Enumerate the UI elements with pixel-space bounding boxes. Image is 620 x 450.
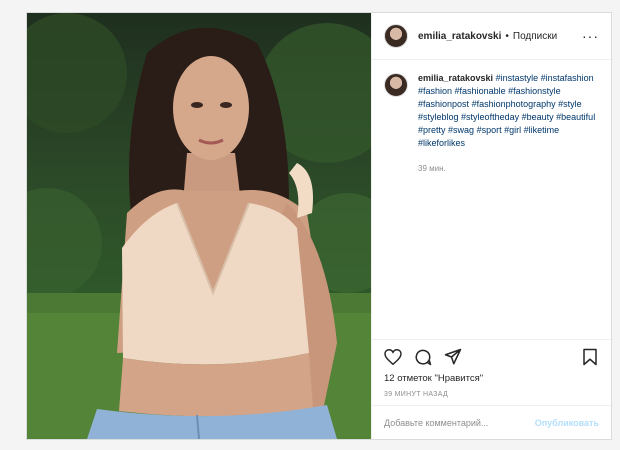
- post-header: emilia_ratakovski • Подписки ···: [372, 13, 611, 60]
- caption-username[interactable]: emilia_ratakovski: [418, 73, 493, 83]
- photo-illustration: [27, 13, 371, 439]
- hashtag-link[interactable]: #girl: [504, 125, 521, 135]
- caption-block: emilia_ratakovski #instastyle #instafash…: [372, 60, 611, 339]
- hashtag-link[interactable]: #style: [558, 99, 582, 109]
- hashtag-link[interactable]: #likeforlikes: [418, 138, 465, 148]
- posted-time: 39 МИНУТ НАЗАД: [384, 391, 449, 398]
- action-bar: [372, 339, 611, 373]
- hashtag-link[interactable]: #beauty: [522, 112, 554, 122]
- following-button[interactable]: Подписки: [513, 31, 557, 42]
- hashtag-link[interactable]: #fashionpost: [418, 99, 469, 109]
- caption-time[interactable]: 39 мин.: [418, 162, 598, 175]
- comment-input[interactable]: Добавьте комментарий...: [384, 418, 535, 428]
- hashtag-link[interactable]: #fashionstyle: [508, 86, 561, 96]
- heart-icon[interactable]: [382, 346, 404, 368]
- hashtag-link[interactable]: #fashion: [418, 86, 452, 96]
- hashtag-link[interactable]: #instastyle: [496, 73, 539, 83]
- screenshot-stage: emilia_ratakovski • Подписки ··· emilia_…: [0, 0, 620, 450]
- bookmark-icon[interactable]: [579, 346, 601, 368]
- publish-button[interactable]: Опубликовать: [535, 418, 599, 428]
- hashtag-link[interactable]: #styleblog: [418, 112, 459, 122]
- post-sidebar: emilia_ratakovski • Подписки ··· emilia_…: [371, 13, 611, 439]
- caption-avatar[interactable]: [384, 73, 408, 97]
- author-username[interactable]: emilia_ratakovski: [418, 31, 501, 42]
- hashtag-link[interactable]: #sport: [477, 125, 502, 135]
- avatar[interactable]: [384, 24, 408, 48]
- hashtag-link[interactable]: #beautiful: [556, 112, 595, 122]
- hashtag-link[interactable]: #fashionable: [455, 86, 506, 96]
- comment-bar: Добавьте комментарий... Опубликовать: [372, 405, 611, 439]
- hashtag-link[interactable]: #styleoftheday: [461, 112, 519, 122]
- hashtag-list: #instastyle #instafashion #fashion #fash…: [418, 73, 595, 148]
- hashtag-link[interactable]: #liketime: [524, 125, 560, 135]
- separator-dot: •: [505, 30, 509, 42]
- comment-icon[interactable]: [412, 346, 434, 368]
- hashtag-link[interactable]: #instafashion: [541, 73, 594, 83]
- instagram-post: emilia_ratakovski • Подписки ··· emilia_…: [26, 12, 612, 440]
- likes-count[interactable]: 12 отметок "Нравится": [372, 373, 611, 389]
- post-photo[interactable]: [27, 13, 371, 439]
- hashtag-link[interactable]: #swag: [448, 125, 474, 135]
- hashtag-link[interactable]: #pretty: [418, 125, 446, 135]
- share-icon[interactable]: [442, 346, 464, 368]
- more-options-icon[interactable]: ···: [582, 29, 599, 43]
- hashtag-link[interactable]: #fashionphotography: [472, 99, 556, 109]
- caption-text: emilia_ratakovski #instastyle #instafash…: [418, 72, 598, 339]
